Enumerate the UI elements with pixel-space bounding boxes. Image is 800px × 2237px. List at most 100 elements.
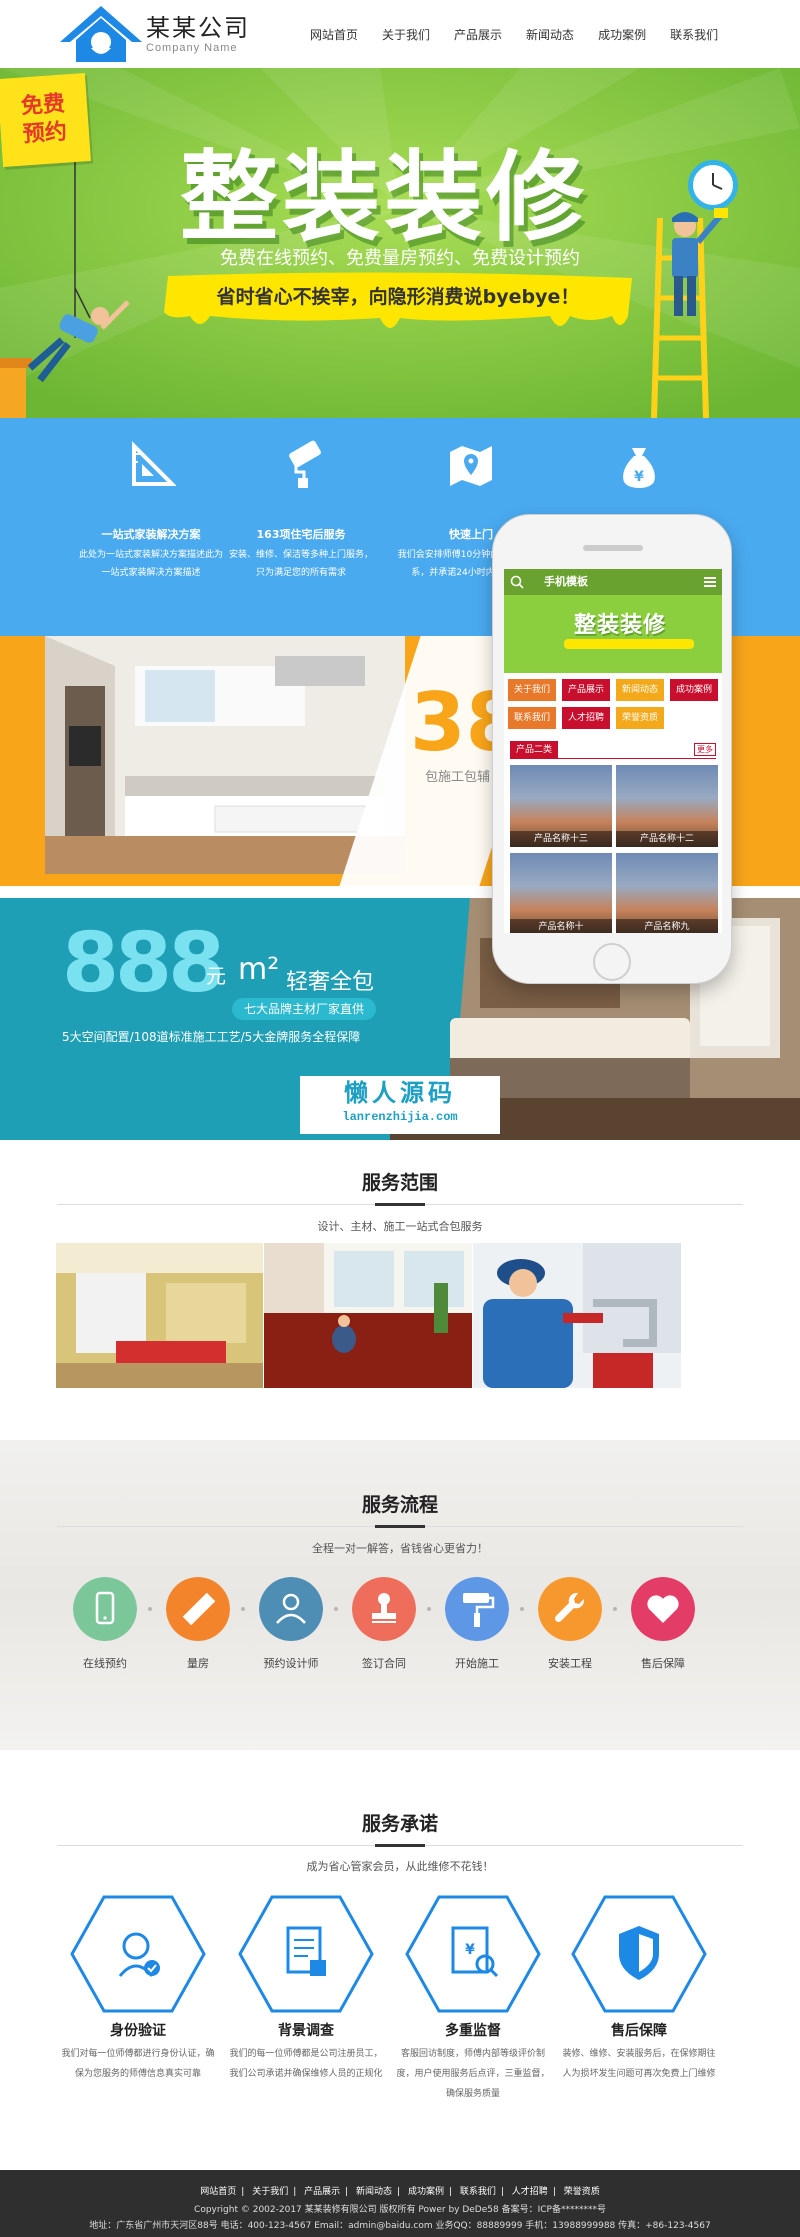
free-booking-badge[interactable]: 免费 预约 xyxy=(0,73,91,167)
hero-banner[interactable]: 免费 预约 整装装修 免费在线预约、免费量房预约、免费设计预约 省时省心不挨宰，… xyxy=(0,68,800,418)
phone-mockup: 手机模板 整装装修 关于我们 产品展示 新闻动态 成功案例 联系我们 人才招聘 … xyxy=(492,514,732,984)
site-header: 某某公司 Company Name 网站首页 关于我们 产品展示 新闻动态 成功… xyxy=(0,0,800,68)
plumber-repair-photo[interactable] xyxy=(473,1243,681,1388)
promise-divider-accent xyxy=(375,1844,425,1847)
hero-title: 整装装修 xyxy=(180,141,589,255)
process-step[interactable]: 安装工程 xyxy=(538,1577,602,1671)
feature-desc: 此处为一站式家装解决方案描述此为一站式家装解决方案描述 xyxy=(78,550,223,578)
promise-item-title: 身份验证 xyxy=(110,2023,166,2039)
house-logo-icon xyxy=(60,6,142,62)
promise-item-desc: 我们对每一位师傅都进行身份认证，确保为您服务的师傅信息真实可靠 xyxy=(61,2049,215,2079)
ruler-triangle-icon xyxy=(132,441,176,486)
step-connector xyxy=(241,1607,245,1611)
process-step[interactable]: 预约设计师 xyxy=(259,1577,323,1671)
process-step[interactable]: 签订合同 xyxy=(352,1577,416,1671)
phone-home-button xyxy=(593,943,631,981)
footer-link-contact[interactable]: 联系我们 xyxy=(460,2187,496,2197)
mobile-btn-cases[interactable]: 成功案例 xyxy=(670,679,718,701)
process-subtitle: 全程一对一解答，省钱省心更省力！ xyxy=(312,1542,488,1555)
scope-title: 服务范围 xyxy=(361,1172,438,1194)
main-nav: 网站首页 关于我们 产品展示 新闻动态 成功案例 联系我们 xyxy=(310,26,742,43)
nav-about[interactable]: 关于我们 xyxy=(382,26,430,43)
scope-subtitle: 设计、主材、施工一站式合包服务 xyxy=(317,1220,483,1233)
process-divider-accent xyxy=(375,1525,425,1528)
promise-item-desc: 客服回访制度，师傅内部等级评价制度，用户使用服务后点评，三重监督，确保服务质量 xyxy=(396,2049,550,2099)
phone-screen: 手机模板 整装装修 关于我们 产品展示 新闻动态 成功案例 联系我们 人才招聘 … xyxy=(504,569,722,933)
price-number: 888 xyxy=(62,916,225,1011)
process-step[interactable]: 开始施工 xyxy=(445,1577,509,1671)
phone-icon xyxy=(73,1577,137,1641)
mobile-btn-news[interactable]: 新闻动态 xyxy=(616,679,664,701)
stamp-icon xyxy=(352,1577,416,1641)
svg-text:¥: ¥ xyxy=(465,1942,475,1958)
phone-speaker xyxy=(583,545,643,551)
painter-worker-illustration xyxy=(672,208,728,316)
mobile-btn-contact[interactable]: 联系我们 xyxy=(508,707,556,729)
process-step[interactable]: 在线预约 xyxy=(73,1577,137,1671)
mobile-more-link[interactable]: 更多 xyxy=(694,743,716,756)
mobile-btn-products[interactable]: 产品展示 xyxy=(562,679,610,701)
nav-cases[interactable]: 成功案例 xyxy=(598,26,646,43)
search-icon[interactable] xyxy=(510,575,524,589)
ruler-icon xyxy=(166,1577,230,1641)
footer-contact: 地址：广东省广州市天河区88号 电话：400-123-4567 Email：ad… xyxy=(89,2221,711,2231)
badge-line-1: 免费 xyxy=(20,91,66,120)
promise-title: 服务承诺 xyxy=(361,1813,438,1835)
company-name-en: Company Name xyxy=(146,41,238,54)
mobile-btn-honors[interactable]: 荣誉资质 xyxy=(616,707,664,729)
nav-products[interactable]: 产品展示 xyxy=(454,26,502,43)
mobile-section-tab[interactable]: 产品二类 xyxy=(510,741,559,759)
promise-item-title: 售后保障 xyxy=(611,2023,667,2039)
footer-link-cases[interactable]: 成功案例 xyxy=(408,2187,444,2197)
footer-link-news[interactable]: 新闻动态 xyxy=(356,2187,392,2197)
mobile-product-card[interactable]: 产品名称九 xyxy=(616,853,718,933)
area-unit: m² xyxy=(238,952,280,987)
process-step[interactable]: 售后保障 xyxy=(631,1577,695,1671)
paint-roller-icon xyxy=(445,1577,509,1641)
mobile-product-name: 产品名称九 xyxy=(616,919,718,933)
mobile-product-card[interactable]: 产品名称十 xyxy=(510,853,612,933)
package-desc: 5大空间配置/108道标准施工工艺/5大金牌服务全程保障 xyxy=(62,1030,361,1044)
promise-item-title: 多重监督 xyxy=(445,2023,501,2039)
mobile-header: 手机模板 xyxy=(504,569,722,595)
brand-tag: 七大品牌主材厂家直供 xyxy=(232,998,377,1020)
promise-subtitle: 成为省心管家会员，从此维修不花钱！ xyxy=(306,1860,494,1873)
promise-item-desc: 装修、维修、安装服务后，在保修期往人为损坏发生问题可再次免费上门维修 xyxy=(562,2049,716,2079)
footer-link-about[interactable]: 关于我们 xyxy=(252,2187,288,2197)
clock-icon xyxy=(688,160,738,210)
living-room-photo[interactable] xyxy=(56,1243,263,1388)
badge-line-2: 预约 xyxy=(22,119,68,148)
heart-icon xyxy=(631,1577,695,1641)
mobile-section-header: 产品二类 更多 xyxy=(510,741,716,759)
footer-link-honors[interactable]: 荣誉资质 xyxy=(564,2187,600,2197)
promise-item-title: 背景调查 xyxy=(278,2023,334,2039)
footer-link-products[interactable]: 产品展示 xyxy=(304,2187,340,2197)
nav-news[interactable]: 新闻动态 xyxy=(526,26,574,43)
mobile-banner-title: 整装装修 xyxy=(574,613,667,638)
mobile-btn-about[interactable]: 关于我们 xyxy=(508,679,556,701)
footer-link-jobs[interactable]: 人才招聘 xyxy=(512,2187,548,2197)
step-connector xyxy=(613,1607,617,1611)
floor-installation-photo[interactable] xyxy=(264,1243,472,1388)
mobile-product-card[interactable]: 产品名称十二 xyxy=(616,765,718,847)
mobile-banner[interactable]: 整装装修 xyxy=(504,595,722,673)
kitchen-subtitle: 包施工包辅 xyxy=(425,770,491,785)
watermark-cn: 懒人源码 xyxy=(344,1079,456,1107)
footer-link-home[interactable]: 网站首页 xyxy=(200,2187,236,2197)
mobile-btn-jobs[interactable]: 人才招聘 xyxy=(562,707,610,729)
nav-contact[interactable]: 联系我们 xyxy=(670,26,718,43)
menu-icon[interactable] xyxy=(704,576,716,588)
step-label: 开始施工 xyxy=(455,1657,499,1670)
company-name: 某某公司 xyxy=(146,13,250,42)
step-label: 售后保障 xyxy=(641,1657,685,1670)
process-step[interactable]: 量房 xyxy=(166,1577,230,1671)
hero-ribbon-text: 省时省心不挨宰，向隐形消费说byebye！ xyxy=(216,286,580,308)
logo[interactable]: 某某公司 Company Name xyxy=(58,4,250,64)
feature-desc: 安装、维修、保洁等多种上门服务，只为满足您的所有需求 xyxy=(228,550,373,578)
mobile-product-card[interactable]: 产品名称十三 xyxy=(510,765,612,847)
search-document-icon: ¥ xyxy=(405,1895,541,2013)
nav-home[interactable]: 网站首页 xyxy=(310,26,358,43)
id-check-icon xyxy=(70,1895,206,2013)
step-label: 安装工程 xyxy=(548,1657,592,1670)
money-bag-icon: ¥ xyxy=(623,448,655,488)
